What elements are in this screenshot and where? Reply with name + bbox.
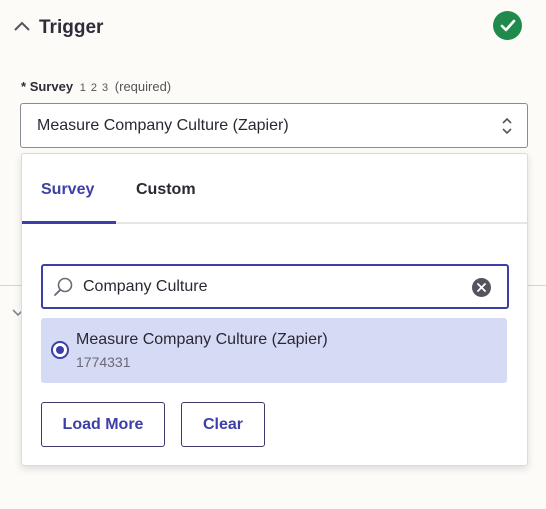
section-title: Trigger [39,17,104,38]
dropdown-tabs: Survey Custom [22,154,527,224]
radio-selected-icon[interactable] [51,341,69,359]
divider [0,285,22,286]
clear-search-icon[interactable] [472,278,491,297]
chevron-up-icon [14,21,30,31]
required-text: (required) [114,79,172,94]
search-icon [54,277,73,296]
search-input[interactable]: Company Culture [41,264,509,309]
survey-select[interactable]: Measure Company Culture (Zapier) [20,103,528,148]
divider [527,285,546,286]
chevron-updown-icon [502,117,512,135]
active-tab-indicator [22,221,116,224]
trigger-header[interactable]: Trigger [0,0,546,60]
check-circle-icon [493,11,522,40]
survey-field-label: * Survey 1 2 3 (required) [21,79,172,94]
result-title: Measure Company Culture (Zapier) [76,331,328,348]
search-value: Company Culture [83,278,208,295]
clear-button[interactable]: Clear [181,402,265,447]
field-type-hint: 1 2 3 [79,82,110,94]
tab-survey[interactable]: Survey [41,181,94,199]
survey-dropdown: Survey Custom Company Culture Measure Co… [21,153,528,466]
list-item[interactable]: Measure Company Culture (Zapier) 1774331 [41,318,507,383]
result-id: 1774331 [76,354,131,370]
load-more-button[interactable]: Load More [41,402,165,447]
field-name: Survey [29,79,74,94]
tab-custom[interactable]: Custom [136,181,196,199]
select-value: Measure Company Culture (Zapier) [37,117,289,134]
